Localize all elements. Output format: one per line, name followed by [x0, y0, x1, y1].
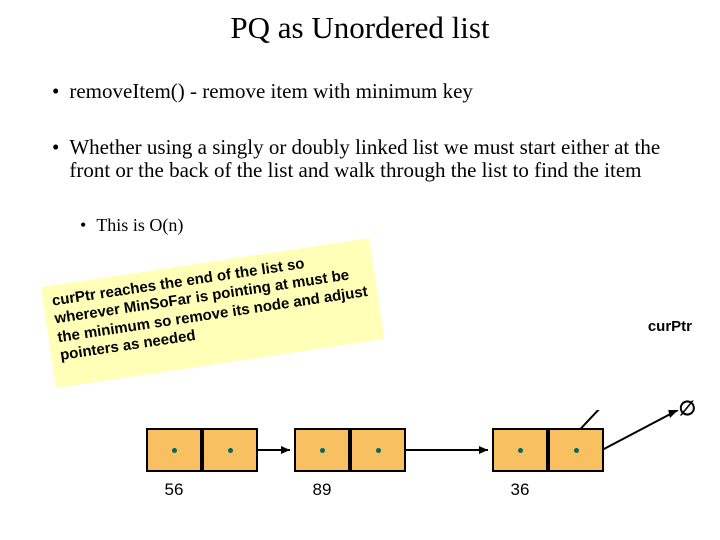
bullet-dot-icon: •: [52, 136, 59, 183]
bullets: • removeItem() - remove item with minimu…: [0, 80, 720, 235]
node-label: 56: [146, 480, 202, 500]
dot-icon: [228, 448, 233, 453]
dot-icon: [172, 448, 177, 453]
bullet-dot-icon: •: [80, 215, 86, 235]
dot-icon: [518, 448, 523, 453]
bullet-2-sub-text: This is O(n): [96, 215, 183, 235]
bullet-2: • Whether using a singly or doubly linke…: [52, 136, 680, 183]
node-next-cell: [202, 428, 258, 472]
bullet-2-text: Whether using a singly or doubly linked …: [69, 136, 680, 183]
node-data-cell: [492, 428, 548, 472]
page-title: PQ as Unordered list: [0, 10, 720, 46]
slide: PQ as Unordered list • removeItem() - re…: [0, 10, 720, 540]
dot-icon: [376, 448, 381, 453]
curptr-label: curPtr: [648, 318, 692, 335]
node-data-cell: [294, 428, 350, 472]
dot-icon: [574, 448, 579, 453]
node-next-cell: [548, 428, 604, 472]
list-node: [146, 428, 258, 472]
bullet-dot-icon: •: [52, 80, 59, 104]
list-node: [294, 428, 406, 472]
node-label: 89: [294, 480, 350, 500]
linked-list-diagram: 56 89 36: [0, 410, 720, 540]
bullet-2-sub: • This is O(n): [80, 215, 680, 235]
bullet-1: • removeItem() - remove item with minimu…: [52, 80, 680, 104]
node-data-cell: [146, 428, 202, 472]
bullet-1-text: removeItem() - remove item with minimum …: [69, 80, 473, 104]
note-overlay: curPtr reaches the end of the list so wh…: [42, 239, 383, 387]
dot-icon: [320, 448, 325, 453]
node-next-cell: [350, 428, 406, 472]
list-node: [492, 428, 604, 472]
node-label: 36: [492, 480, 548, 500]
